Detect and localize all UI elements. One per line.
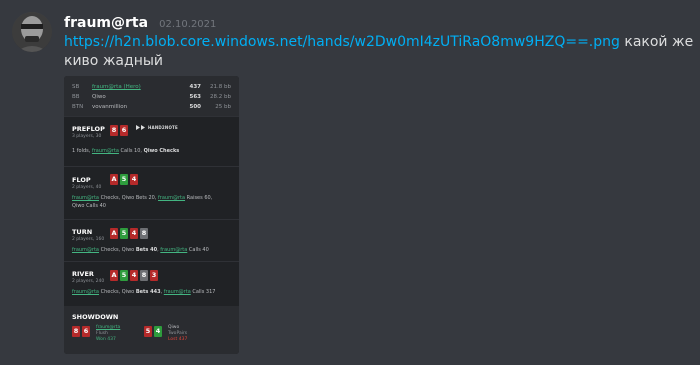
card: A bbox=[110, 174, 118, 185]
player-position: SB bbox=[72, 84, 80, 90]
logo-text: HAND2NOTE bbox=[148, 125, 178, 130]
street-title: FLOP bbox=[72, 176, 91, 184]
hand-history-image[interactable]: SB fraum@rta (Hero) 437 21.8 bb BB Qiwo … bbox=[64, 76, 239, 354]
card: 8 bbox=[72, 326, 80, 337]
street-actions: fraum@rta Checks, Qiwo Bets 443, fraum@r… bbox=[72, 289, 216, 295]
street-title: SHOWDOWN bbox=[72, 313, 119, 321]
player-bb: 28.2 bb bbox=[210, 94, 231, 100]
street-actions: fraum@rta Checks, Qiwo Bets 20, fraum@rt… bbox=[72, 195, 213, 209]
player-stack: 500 bbox=[189, 104, 201, 110]
player-name: fraum@rta (Hero) bbox=[92, 84, 141, 90]
street-pot: 2 players, 160 bbox=[72, 237, 105, 242]
card: 8 bbox=[140, 228, 148, 239]
hand2note-logo: HAND2NOTE bbox=[136, 125, 178, 130]
street-pot: 3 players, 30 bbox=[72, 134, 102, 139]
card: A bbox=[110, 228, 118, 239]
board-cards: A 5 4 8 3 bbox=[110, 270, 158, 281]
hand-link[interactable]: https://h2n.blob.core.windows.net/hands/… bbox=[64, 34, 620, 50]
player-position: BB bbox=[72, 94, 80, 100]
player-position: BTN bbox=[72, 104, 84, 110]
card: 8 bbox=[140, 270, 148, 281]
avatar[interactable] bbox=[12, 12, 52, 52]
street-actions: 1 folds, fraum@rta Calls 10, Qiwo Checks bbox=[72, 148, 180, 154]
message-header: fraum@rta 02.10.2021 bbox=[64, 12, 217, 31]
hand2note-icon bbox=[136, 125, 145, 130]
showdown-player-hero: fraum@rta Flush Won 437 bbox=[96, 325, 120, 343]
sd-result: Won 437 bbox=[96, 337, 116, 342]
card: 4 bbox=[130, 174, 138, 185]
card: 5 bbox=[120, 228, 128, 239]
card: 6 bbox=[120, 125, 128, 136]
players-table: SB fraum@rta (Hero) 437 21.8 bb BB Qiwo … bbox=[64, 76, 239, 116]
flop-section: FLOP 2 players, 40 A 5 4 fraum@rta Check… bbox=[64, 166, 239, 219]
player-row: SB fraum@rta (Hero) 437 21.8 bb bbox=[72, 82, 231, 92]
username[interactable]: fraum@rta bbox=[64, 15, 148, 31]
showdown-cards-hero: 8 6 bbox=[72, 326, 90, 337]
card: A bbox=[110, 270, 118, 281]
player-bb: 25 bb bbox=[215, 104, 231, 110]
player-bb: 21.8 bb bbox=[210, 84, 231, 90]
turn-section: TURN 2 players, 160 A 5 4 8 fraum@rta Ch… bbox=[64, 219, 239, 261]
card: 5 bbox=[120, 174, 128, 185]
street-pot: 2 players, 240 bbox=[72, 279, 105, 284]
player-stack: 437 bbox=[189, 84, 201, 90]
board-cards: A 5 4 8 bbox=[110, 228, 148, 239]
street-title: RIVER bbox=[72, 270, 94, 278]
showdown-player-villain: Qiwo TwoPairs Lost 437 bbox=[168, 325, 187, 343]
player-row: BTN vovanmillion 500 25 bb bbox=[72, 102, 231, 112]
player-name: vovanmillion bbox=[92, 104, 128, 110]
message-content: https://h2n.blob.core.windows.net/hands/… bbox=[64, 33, 694, 71]
card: 3 bbox=[150, 270, 158, 281]
player-row: BB Qiwo 563 28.2 bb bbox=[72, 92, 231, 102]
board-cards: A 5 4 bbox=[110, 174, 138, 185]
card: 4 bbox=[130, 228, 138, 239]
card: 8 bbox=[110, 125, 118, 136]
player-name: Qiwo bbox=[92, 94, 106, 100]
showdown-cards-villain: 5 4 bbox=[144, 326, 162, 337]
timestamp: 02.10.2021 bbox=[159, 19, 217, 30]
card: 4 bbox=[154, 326, 162, 337]
preflop-section: PREFLOP 3 players, 30 8 6 HAND2NOTE 1 fo… bbox=[64, 116, 239, 166]
card: 4 bbox=[130, 270, 138, 281]
player-stack: 563 bbox=[189, 94, 201, 100]
river-section: RIVER 2 players, 240 A 5 4 8 3 fraum@rta… bbox=[64, 261, 239, 303]
card: 5 bbox=[120, 270, 128, 281]
card: 5 bbox=[144, 326, 152, 337]
card: 6 bbox=[82, 326, 90, 337]
hole-cards: 8 6 bbox=[110, 125, 128, 136]
showdown-section: SHOWDOWN 8 6 fraum@rta Flush Won 437 5 4… bbox=[64, 306, 239, 354]
street-title: TURN bbox=[72, 228, 93, 236]
sd-result: Lost 437 bbox=[168, 337, 188, 342]
street-title: PREFLOP bbox=[72, 125, 105, 133]
street-pot: 2 players, 40 bbox=[72, 185, 102, 190]
street-actions: fraum@rta Checks, Qiwo Bets 40, fraum@rt… bbox=[72, 247, 209, 253]
